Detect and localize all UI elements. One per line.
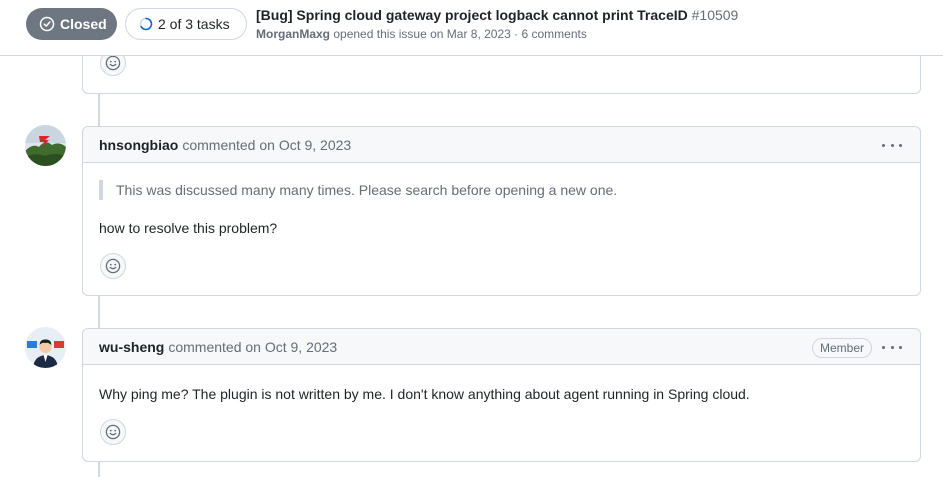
comment-card: wu-sheng commented on Oct 9, 2023 Member…: [82, 328, 921, 462]
comment-timestamp[interactable]: commented on Oct 9, 2023: [168, 339, 337, 355]
kebab-horizontal-icon[interactable]: [882, 136, 902, 154]
issue-state-label: Closed: [60, 16, 107, 32]
issue-number: #10509: [691, 7, 739, 23]
role-badge: Member: [811, 338, 872, 358]
comment-author-link[interactable]: hnsongbiao: [99, 137, 178, 153]
comment-header: hnsongbiao commented on Oct 9, 2023: [83, 127, 920, 163]
comment-header: wu-sheng commented on Oct 9, 2023 Member: [83, 329, 920, 365]
kebab-horizontal-icon[interactable]: [882, 338, 902, 356]
comment-body: Why ping me? The plugin is not written b…: [99, 386, 750, 402]
issue-title-text: [Bug] Spring cloud gateway project logba…: [256, 7, 688, 23]
issue-meta-text: opened this issue on Mar 8, 2023 · 6 com…: [333, 27, 587, 41]
timeline-line: [98, 94, 100, 127]
smiley-icon: [105, 258, 121, 274]
tasks-progress-button[interactable]: 2 of 3 tasks: [125, 8, 247, 40]
timeline-line: [98, 462, 100, 477]
issue-meta: MorganMaxg opened this issue on Mar 8, 2…: [256, 27, 587, 41]
comment-quote: This was discussed many many times. Plea…: [99, 180, 617, 200]
smiley-icon: [105, 55, 121, 71]
issue-state-badge: Closed: [26, 8, 117, 40]
comment-timestamp[interactable]: commented on Oct 9, 2023: [182, 137, 351, 153]
comment-author-link[interactable]: wu-sheng: [99, 339, 164, 355]
comment-card: hnsongbiao commented on Oct 9, 2023 This…: [82, 126, 921, 296]
add-reaction-button[interactable]: [100, 419, 126, 445]
issue-sticky-header: Closed 2 of 3 tasks [Bug] Spring cloud g…: [0, 0, 943, 56]
task-progress-icon: [139, 17, 153, 31]
check-circle-icon: [39, 16, 55, 32]
timeline-line: [98, 296, 100, 329]
issue-author-link[interactable]: MorganMaxg: [256, 27, 330, 41]
smiley-icon: [105, 424, 121, 440]
issue-title: [Bug] Spring cloud gateway project logba…: [256, 7, 738, 23]
tasks-progress-label: 2 of 3 tasks: [158, 16, 230, 32]
add-reaction-button[interactable]: [100, 253, 126, 279]
avatar[interactable]: [25, 327, 66, 368]
avatar[interactable]: [25, 125, 66, 166]
comment-body: how to resolve this problem?: [99, 220, 278, 236]
